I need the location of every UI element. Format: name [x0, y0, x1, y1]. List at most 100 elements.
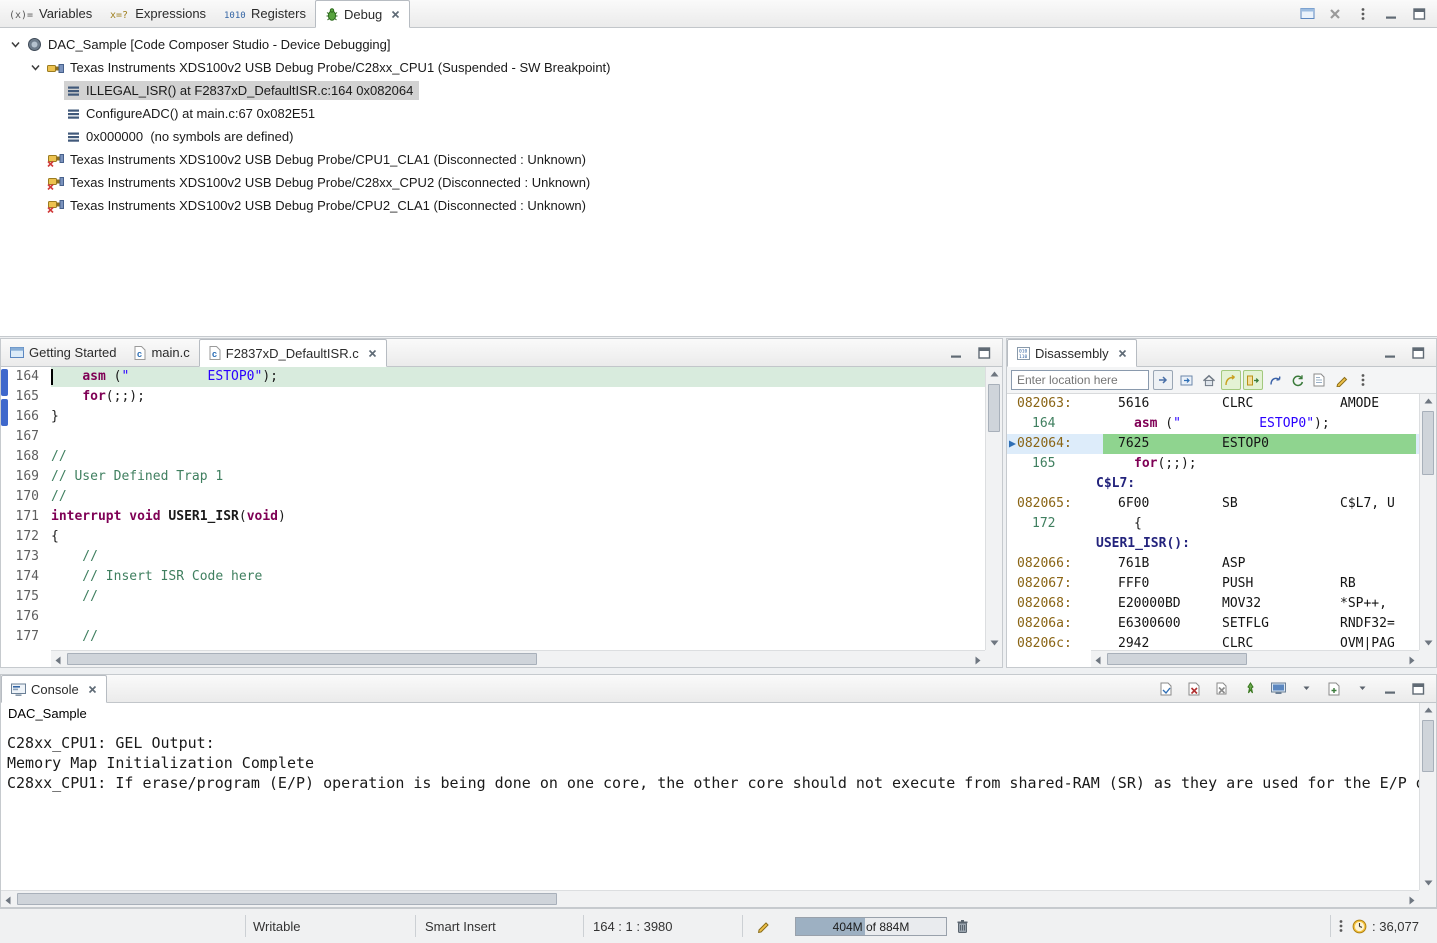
close-icon[interactable]: [368, 349, 377, 358]
scroll-left-icon[interactable]: [5, 896, 11, 905]
code-line[interactable]: 174 // Insert ISR Code here: [1, 567, 985, 587]
scroll-up-icon[interactable]: [1424, 707, 1433, 713]
scroll-left-icon[interactable]: [55, 656, 61, 665]
view-menu-icon[interactable]: [1353, 370, 1373, 390]
debug-tree-item[interactable]: Texas Instruments XDS100v2 USB Debug Pro…: [0, 194, 1437, 217]
heap-status-gauge[interactable]: 404M of 884M: [795, 917, 947, 936]
scroll-left-icon[interactable]: [1095, 656, 1101, 665]
scrollbar-thumb[interactable]: [17, 893, 557, 905]
scroll-down-icon[interactable]: [990, 640, 999, 646]
scroll-down-icon[interactable]: [1424, 880, 1433, 886]
scroll-right-icon[interactable]: [1409, 896, 1415, 905]
scrollbar-thumb[interactable]: [1107, 653, 1247, 665]
open-log-icon[interactable]: [1156, 679, 1176, 699]
location-input[interactable]: [1011, 370, 1149, 390]
line-number[interactable]: 166: [1, 407, 51, 427]
line-number[interactable]: 172: [1, 527, 51, 547]
tab-defaultisr-c[interactable]: c F2837xD_DefaultISR.c: [198, 339, 387, 367]
code-area[interactable]: 164 asm (" ESTOP0"); 165 for(;;); 166} 167 1…: [1, 367, 985, 650]
refresh-icon[interactable]: [1287, 370, 1307, 390]
expander-icon[interactable]: [6, 39, 24, 50]
debug-tree-item[interactable]: Texas Instruments XDS100v2 USB Debug Pro…: [0, 171, 1437, 194]
console-vertical-scrollbar[interactable]: [1419, 703, 1436, 890]
line-number[interactable]: 176: [1, 607, 51, 627]
close-icon[interactable]: [88, 685, 97, 694]
tab-main-c[interactable]: c main.c: [125, 339, 198, 366]
tab-getting-started[interactable]: Getting Started: [1, 339, 125, 366]
line-number[interactable]: 165: [1, 387, 51, 407]
line-number[interactable]: 169: [1, 467, 51, 487]
code-line[interactable]: 165 for(;;);: [1, 387, 985, 407]
overview-marker[interactable]: [1, 399, 8, 426]
disassembly-row[interactable]: 08206a: E6300600 SETFLG RNDF32=: [1007, 614, 1419, 634]
window-icon[interactable]: [1297, 4, 1317, 24]
tab-console[interactable]: Console: [1, 675, 107, 703]
maximize-icon[interactable]: [974, 343, 994, 363]
garbage-collect-icon[interactable]: [956, 909, 969, 943]
close-console-icon[interactable]: [1184, 679, 1204, 699]
disassembly-row[interactable]: 164 asm (" ESTOP0");: [1007, 414, 1419, 434]
debug-tree-item[interactable]: DAC_Sample [Code Composer Studio - Devic…: [0, 33, 1437, 56]
view-menu-icon[interactable]: [1338, 909, 1344, 943]
disassembly-row[interactable]: 082065: 6F00 SB C$L7, U: [1007, 494, 1419, 514]
remove-all-icon[interactable]: [1325, 4, 1345, 24]
editor-horizontal-scrollbar[interactable]: [51, 650, 985, 667]
jump-to-pc-icon[interactable]: [1265, 370, 1285, 390]
new-view-icon[interactable]: [1309, 370, 1329, 390]
scrollbar-thumb[interactable]: [988, 384, 1000, 432]
maximize-icon[interactable]: [1409, 4, 1429, 24]
line-number[interactable]: 177: [1, 627, 51, 647]
tab-registers[interactable]: 1010 Registers: [215, 0, 315, 27]
minimize-icon[interactable]: [1381, 4, 1401, 24]
expander-icon[interactable]: [26, 62, 44, 73]
debug-tree-item[interactable]: ConfigureADC() at main.c:67 0x082E51: [0, 102, 1437, 125]
go-to-location-icon[interactable]: [1153, 370, 1173, 390]
code-line[interactable]: 173 //: [1, 547, 985, 567]
disassembly-listing[interactable]: 082063: 5616 CLRC AMODE 164 asm (" ESTOP0"); 0…: [1007, 394, 1419, 650]
code-line[interactable]: 164 asm (" ESTOP0");: [1, 367, 985, 387]
debug-tree-item[interactable]: Texas Instruments XDS100v2 USB Debug Pro…: [0, 148, 1437, 171]
console-output[interactable]: C28xx_CPU1: GEL Output: Memory Map Initia…: [1, 727, 1419, 890]
tab-expressions[interactable]: x=? Expressions: [101, 0, 215, 27]
home-icon[interactable]: [1199, 370, 1219, 390]
line-number[interactable]: 171: [1, 507, 51, 527]
link-with-frame-icon[interactable]: [1243, 370, 1263, 390]
console-horizontal-scrollbar[interactable]: [1, 890, 1419, 907]
maximize-icon[interactable]: [1408, 679, 1428, 699]
debug-tree-item[interactable]: ILLEGAL_ISR() at F2837xD_DefaultISR.c:16…: [0, 79, 1437, 102]
tab-variables[interactable]: (x)= Variables: [0, 0, 101, 27]
code-line[interactable]: 166}: [1, 407, 985, 427]
disassembly-row[interactable]: 082064: 7625 ESTOP0: [1007, 434, 1419, 454]
dropdown-arrow-icon[interactable]: [1352, 679, 1372, 699]
tab-disassembly[interactable]: 010 110 Disassembly: [1007, 339, 1137, 367]
scrollbar-thumb[interactable]: [1422, 411, 1434, 475]
line-number[interactable]: 174: [1, 567, 51, 587]
scroll-up-icon[interactable]: [990, 371, 999, 377]
minimize-icon[interactable]: [1380, 679, 1400, 699]
close-icon[interactable]: [391, 10, 400, 19]
scrollbar-thumb[interactable]: [1422, 720, 1434, 772]
disassembly-row[interactable]: 08206c: 2942 CLRC OVM|PAG: [1007, 634, 1419, 650]
tab-debug[interactable]: Debug: [314, 0, 411, 28]
debug-tree-item[interactable]: Texas Instruments XDS100v2 USB Debug Pro…: [0, 56, 1437, 79]
disassembly-row[interactable]: 082063: 5616 CLRC AMODE: [1007, 394, 1419, 414]
minimize-icon[interactable]: [1380, 343, 1400, 363]
disassembly-row[interactable]: 082066: 761B ASP: [1007, 554, 1419, 574]
display-selected-console-icon[interactable]: [1268, 679, 1288, 699]
editor-vertical-scrollbar[interactable]: [985, 367, 1002, 650]
code-line[interactable]: 175 //: [1, 587, 985, 607]
dropdown-arrow-icon[interactable]: [1296, 679, 1316, 699]
disassembly-row[interactable]: 082067: FFF0 PUSH RB: [1007, 574, 1419, 594]
code-line[interactable]: 177 //: [1, 627, 985, 647]
pin-console-icon[interactable]: [1240, 679, 1260, 699]
scroll-down-icon[interactable]: [1424, 640, 1433, 646]
disassembly-vertical-scrollbar[interactable]: [1419, 394, 1436, 650]
open-console-icon[interactable]: [1324, 679, 1344, 699]
line-number[interactable]: 170: [1, 487, 51, 507]
remove-all-consoles-icon[interactable]: [1212, 679, 1232, 699]
code-line[interactable]: 169// User Defined Trap 1: [1, 467, 985, 487]
line-number[interactable]: 173: [1, 547, 51, 567]
link-with-source-icon[interactable]: [1221, 370, 1241, 390]
navigate-icon[interactable]: [1177, 370, 1197, 390]
close-icon[interactable]: [1118, 349, 1127, 358]
